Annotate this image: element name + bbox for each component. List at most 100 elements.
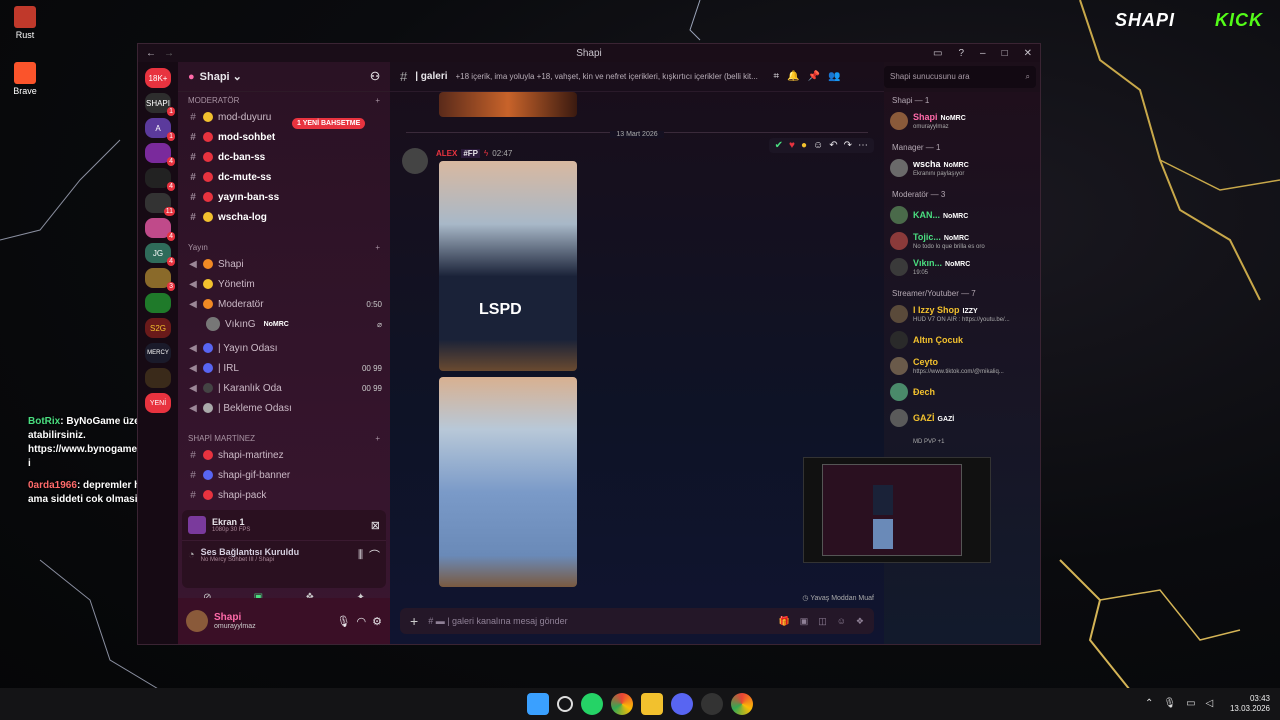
member-row[interactable]: wscha NoMRC Ekranını paylaşıyor xyxy=(884,155,1040,181)
voice-channel-yonetim[interactable]: ◀ Yönetim xyxy=(178,274,390,294)
check-reaction-icon[interactable]: ✔ xyxy=(775,140,783,151)
discord-icon[interactable] xyxy=(671,693,693,715)
voice-channel-irl[interactable]: ◀ | IRL 00 99 xyxy=(178,358,390,378)
search-icon[interactable] xyxy=(557,696,573,712)
network-icon[interactable]: ▭ xyxy=(1186,698,1195,709)
taskbar-clock[interactable]: 03:43 13.03.2026 xyxy=(1230,694,1270,714)
whatsapp-icon[interactable] xyxy=(581,693,603,715)
sticker-icon[interactable]: ◫ xyxy=(818,616,827,627)
member-row[interactable]: MD PVP +1 xyxy=(884,431,1040,453)
gif-icon[interactable]: ▣ xyxy=(800,616,809,627)
channel-wscha-log[interactable]: # wscha-log xyxy=(178,207,390,227)
server-icon[interactable]: 3 xyxy=(145,268,175,291)
server-icon[interactable]: YENİ xyxy=(145,393,171,413)
voice-channel-bekleme-odasi[interactable]: ◀ | Bekleme Odası xyxy=(178,398,390,418)
category-moderator[interactable]: MODERATÖR + xyxy=(178,92,390,107)
apps-icon[interactable]: ❖ xyxy=(856,616,864,627)
stop-stream-icon[interactable]: ⊠ xyxy=(371,519,380,532)
emoji-icon[interactable]: ☺ xyxy=(837,616,846,626)
reply-icon[interactable]: ↶ xyxy=(829,140,837,151)
category-yayin[interactable]: Yayın + xyxy=(178,239,390,254)
forward-arrow-icon[interactable]: → xyxy=(164,48,174,59)
member-row[interactable]: Tojic... NoMRC No todo lo que brilla es or… xyxy=(884,228,1040,254)
add-channel-icon[interactable]: + xyxy=(375,243,380,252)
minimize-button[interactable]: – xyxy=(980,48,986,59)
noise-suppression-icon[interactable]: ⫼ xyxy=(358,549,363,562)
add-channel-icon[interactable]: + xyxy=(375,434,380,443)
server-icon[interactable]: A1 xyxy=(145,118,175,141)
voice-channel-yayin-odasi[interactable]: ◀ | Yayın Odası xyxy=(178,338,390,358)
chevron-up-icon[interactable]: ⌃ xyxy=(1145,698,1153,709)
message-input[interactable]: # ▬ | galeri kanalına mesaj gönder xyxy=(428,616,768,626)
channel-mod-duyuru[interactable]: # mod-duyuru xyxy=(178,107,390,127)
server-icon[interactable] xyxy=(145,368,171,388)
file-explorer-icon[interactable] xyxy=(641,693,663,715)
channel-mod-sohbet[interactable]: # mod-sohbet xyxy=(178,127,390,147)
member-row[interactable]: Altın Çocuk xyxy=(884,327,1040,353)
stream-preview[interactable]: Ekran 1 1080p 30 FPS ⊠ xyxy=(182,510,386,541)
channel-shapi-martinez[interactable]: # shapi-martinez xyxy=(178,445,390,465)
attachment-image[interactable]: LSPD xyxy=(439,161,577,371)
channel-topic[interactable]: +18 içerik, ima yoluyla +18, vahşet, kin… xyxy=(456,72,766,81)
voice-member[interactable]: VıkınG NoMRC ⌀ xyxy=(178,314,390,334)
voice-channel-karanlik-oda[interactable]: ◀ | Karanlık Oda 00 99 xyxy=(178,378,390,398)
member-row[interactable]: KAN... NoMRC xyxy=(884,202,1040,228)
more-options-icon[interactable]: ⋯ xyxy=(858,140,868,151)
add-member-icon[interactable]: ⚇ xyxy=(370,70,380,83)
message-composer[interactable]: + # ▬ | galeri kanalına mesaj gönder 🎁 ▣… xyxy=(400,608,874,634)
server-icon[interactable]: S2G xyxy=(145,318,171,338)
threads-icon[interactable]: ⌗ xyxy=(774,71,780,82)
server-icon[interactable]: 4 xyxy=(145,168,175,191)
member-row[interactable]: Ceyto https://www.tiktok.com/@mikaliq... xyxy=(884,353,1040,379)
message-author[interactable]: ALEX xyxy=(436,149,457,158)
avatar[interactable] xyxy=(186,610,208,632)
channel-dc-mute-ss[interactable]: # dc-mute-ss xyxy=(178,167,390,187)
pin-icon[interactable]: 📌 xyxy=(808,71,820,82)
settings-gear-icon[interactable]: ⚙ xyxy=(372,615,382,628)
server-icon[interactable] xyxy=(145,293,171,313)
chrome-icon[interactable] xyxy=(611,693,633,715)
server-icon[interactable]: JG 4 xyxy=(145,243,175,266)
voice-channel-shapi[interactable]: ◀ Shapi xyxy=(178,254,390,274)
channel-dc-ban-ss[interactable]: # dc-ban-ss xyxy=(178,147,390,167)
heart-reaction-icon[interactable]: ♥ xyxy=(789,140,795,151)
member-row[interactable]: Vıkın... NoMRC 19:05 xyxy=(884,254,1040,280)
search-input[interactable]: Shapi sunucusunu ara xyxy=(890,72,970,82)
server-icon[interactable]: 11 xyxy=(145,193,175,216)
gift-icon[interactable]: 🎁 xyxy=(778,616,789,627)
volume-icon[interactable]: ◁ xyxy=(1206,698,1214,709)
notification-bell-icon[interactable]: 🔔 xyxy=(787,71,799,82)
search-box[interactable]: Shapi sunucusunu ara ⌕ xyxy=(884,66,1036,88)
help-icon[interactable]: ? xyxy=(958,48,964,59)
add-reaction-icon[interactable]: ☺ xyxy=(813,140,823,151)
server-icon[interactable]: 4 xyxy=(145,143,175,166)
server-icon[interactable]: 4 xyxy=(145,218,175,241)
inbox-icon[interactable]: ▭ xyxy=(933,48,942,59)
obs-icon[interactable] xyxy=(701,693,723,715)
server-header[interactable]: ● Shapi ⌄ ⚇ xyxy=(178,62,390,92)
channel-yayin-ban-ss[interactable]: # yayın-ban-ss xyxy=(178,187,390,207)
voice-channel-moderator[interactable]: ◀ Moderatör 0:50 xyxy=(178,294,390,314)
member-list-icon[interactable]: 👥 xyxy=(828,71,840,82)
emoji-reaction-icon[interactable]: ● xyxy=(801,140,807,151)
member-row[interactable]: l Izzy Shop IZZY HUD V7 ON AIR : https://y… xyxy=(884,301,1040,327)
member-row[interactable]: GAZİ GAZİ xyxy=(884,405,1040,431)
desktop-icon-brave[interactable]: Brave xyxy=(0,62,50,96)
windows-start-icon[interactable] xyxy=(527,693,549,715)
maximize-button[interactable]: □ xyxy=(1002,48,1008,59)
chrome-icon[interactable] xyxy=(731,693,753,715)
member-row[interactable]: Ðech xyxy=(884,379,1040,405)
channel-shapi-gif-banner[interactable]: # shapi-gif-banner xyxy=(178,465,390,485)
close-button[interactable]: ✕ xyxy=(1024,48,1032,59)
server-icon[interactable]: SHAPI 1 xyxy=(145,93,175,116)
add-channel-icon[interactable]: + xyxy=(375,96,380,105)
server-icon[interactable]: MERCY xyxy=(145,343,171,363)
avatar[interactable] xyxy=(402,148,428,174)
picture-in-picture-preview[interactable] xyxy=(803,457,991,563)
server-icon[interactable]: 18K+ xyxy=(145,68,171,88)
headphones-icon[interactable]: ◠ xyxy=(357,615,367,628)
add-attachment-icon[interactable]: + xyxy=(410,613,418,629)
forward-icon[interactable]: ↷ xyxy=(844,140,852,151)
desktop-icon-rust[interactable]: Rust xyxy=(0,6,50,40)
category-shapi-martinez[interactable]: SHAPİ MARTİNEZ + xyxy=(178,430,390,445)
